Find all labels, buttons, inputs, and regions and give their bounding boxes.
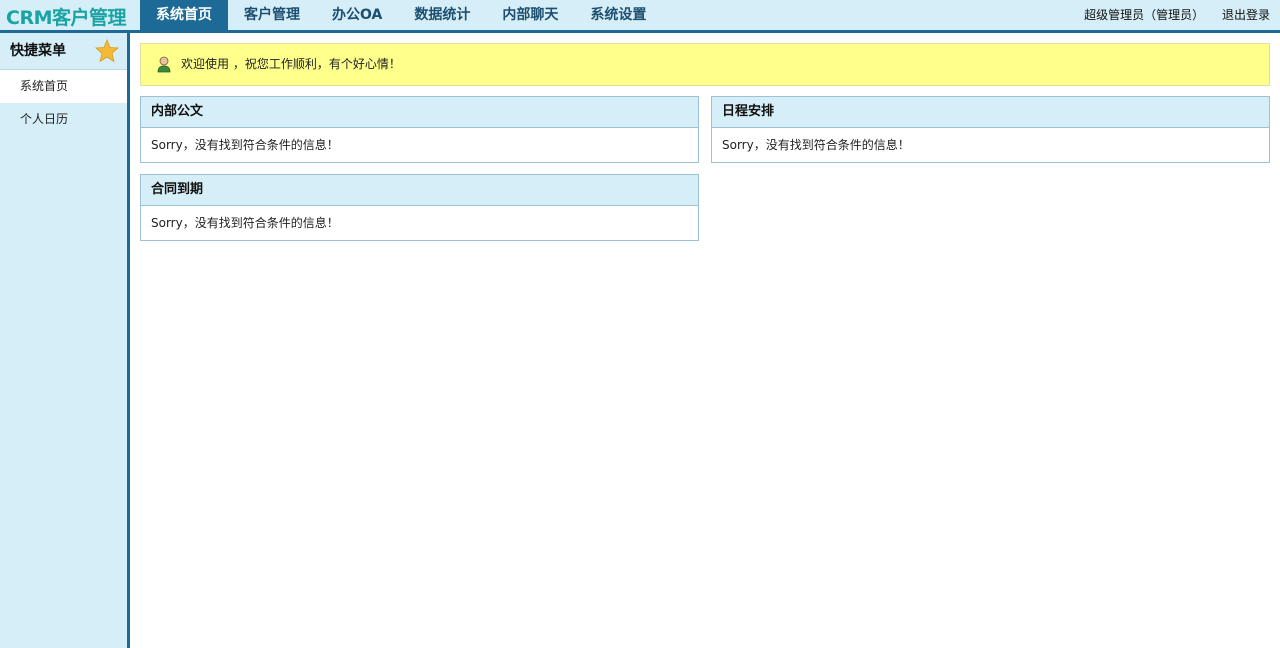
nav-office-oa[interactable]: 办公OA: [316, 0, 398, 30]
panel-message: Sorry，没有找到符合条件的信息！: [151, 138, 339, 152]
sidebar-header: 快捷菜单: [0, 33, 127, 70]
user-icon: [157, 56, 171, 73]
sidebar-item-calendar[interactable]: 个人日历: [0, 103, 127, 136]
nav-customers[interactable]: 客户管理: [228, 0, 316, 30]
user-name[interactable]: 超级管理员（管理员）: [1084, 8, 1204, 22]
panel-internal-documents: 内部公文 Sorry，没有找到符合条件的信息！: [140, 96, 699, 163]
logout-link[interactable]: 退出登录: [1222, 8, 1270, 22]
panel-schedule: 日程安排 Sorry，没有找到符合条件的信息！: [711, 96, 1270, 163]
nav-internal-chat[interactable]: 内部聊天: [486, 0, 574, 30]
panel-contract-expiry: 合同到期 Sorry，没有找到符合条件的信息！: [140, 174, 699, 241]
panel-message: Sorry，没有找到符合条件的信息！: [722, 138, 910, 152]
user-area: 超级管理员（管理员） 退出登录: [1070, 0, 1270, 30]
panel-message: Sorry，没有找到符合条件的信息！: [151, 216, 339, 230]
top-header: CRM客户管理 系统首页 客户管理 办公OA 数据统计 内部聊天 系统设置 超级…: [0, 0, 1280, 33]
main-nav: 系统首页 客户管理 办公OA 数据统计 内部聊天 系统设置: [140, 0, 662, 30]
panel-title: 内部公文: [141, 97, 698, 128]
star-icon: [95, 39, 119, 63]
nav-settings[interactable]: 系统设置: [574, 0, 662, 30]
nav-statistics[interactable]: 数据统计: [398, 0, 486, 30]
app-logo: CRM客户管理: [6, 7, 126, 29]
sidebar-item-home[interactable]: 系统首页: [0, 70, 127, 103]
welcome-banner: 欢迎使用 ，祝您工作顺利，有个好心情！: [140, 43, 1270, 86]
sidebar: 快捷菜单 系统首页 个人日历: [0, 33, 130, 648]
welcome-text: 欢迎使用 ，祝您工作顺利，有个好心情！: [181, 57, 401, 71]
panel-title: 合同到期: [141, 175, 698, 206]
sidebar-title: 快捷菜单: [10, 43, 66, 59]
panel-title: 日程安排: [712, 97, 1269, 128]
nav-home[interactable]: 系统首页: [140, 0, 228, 30]
